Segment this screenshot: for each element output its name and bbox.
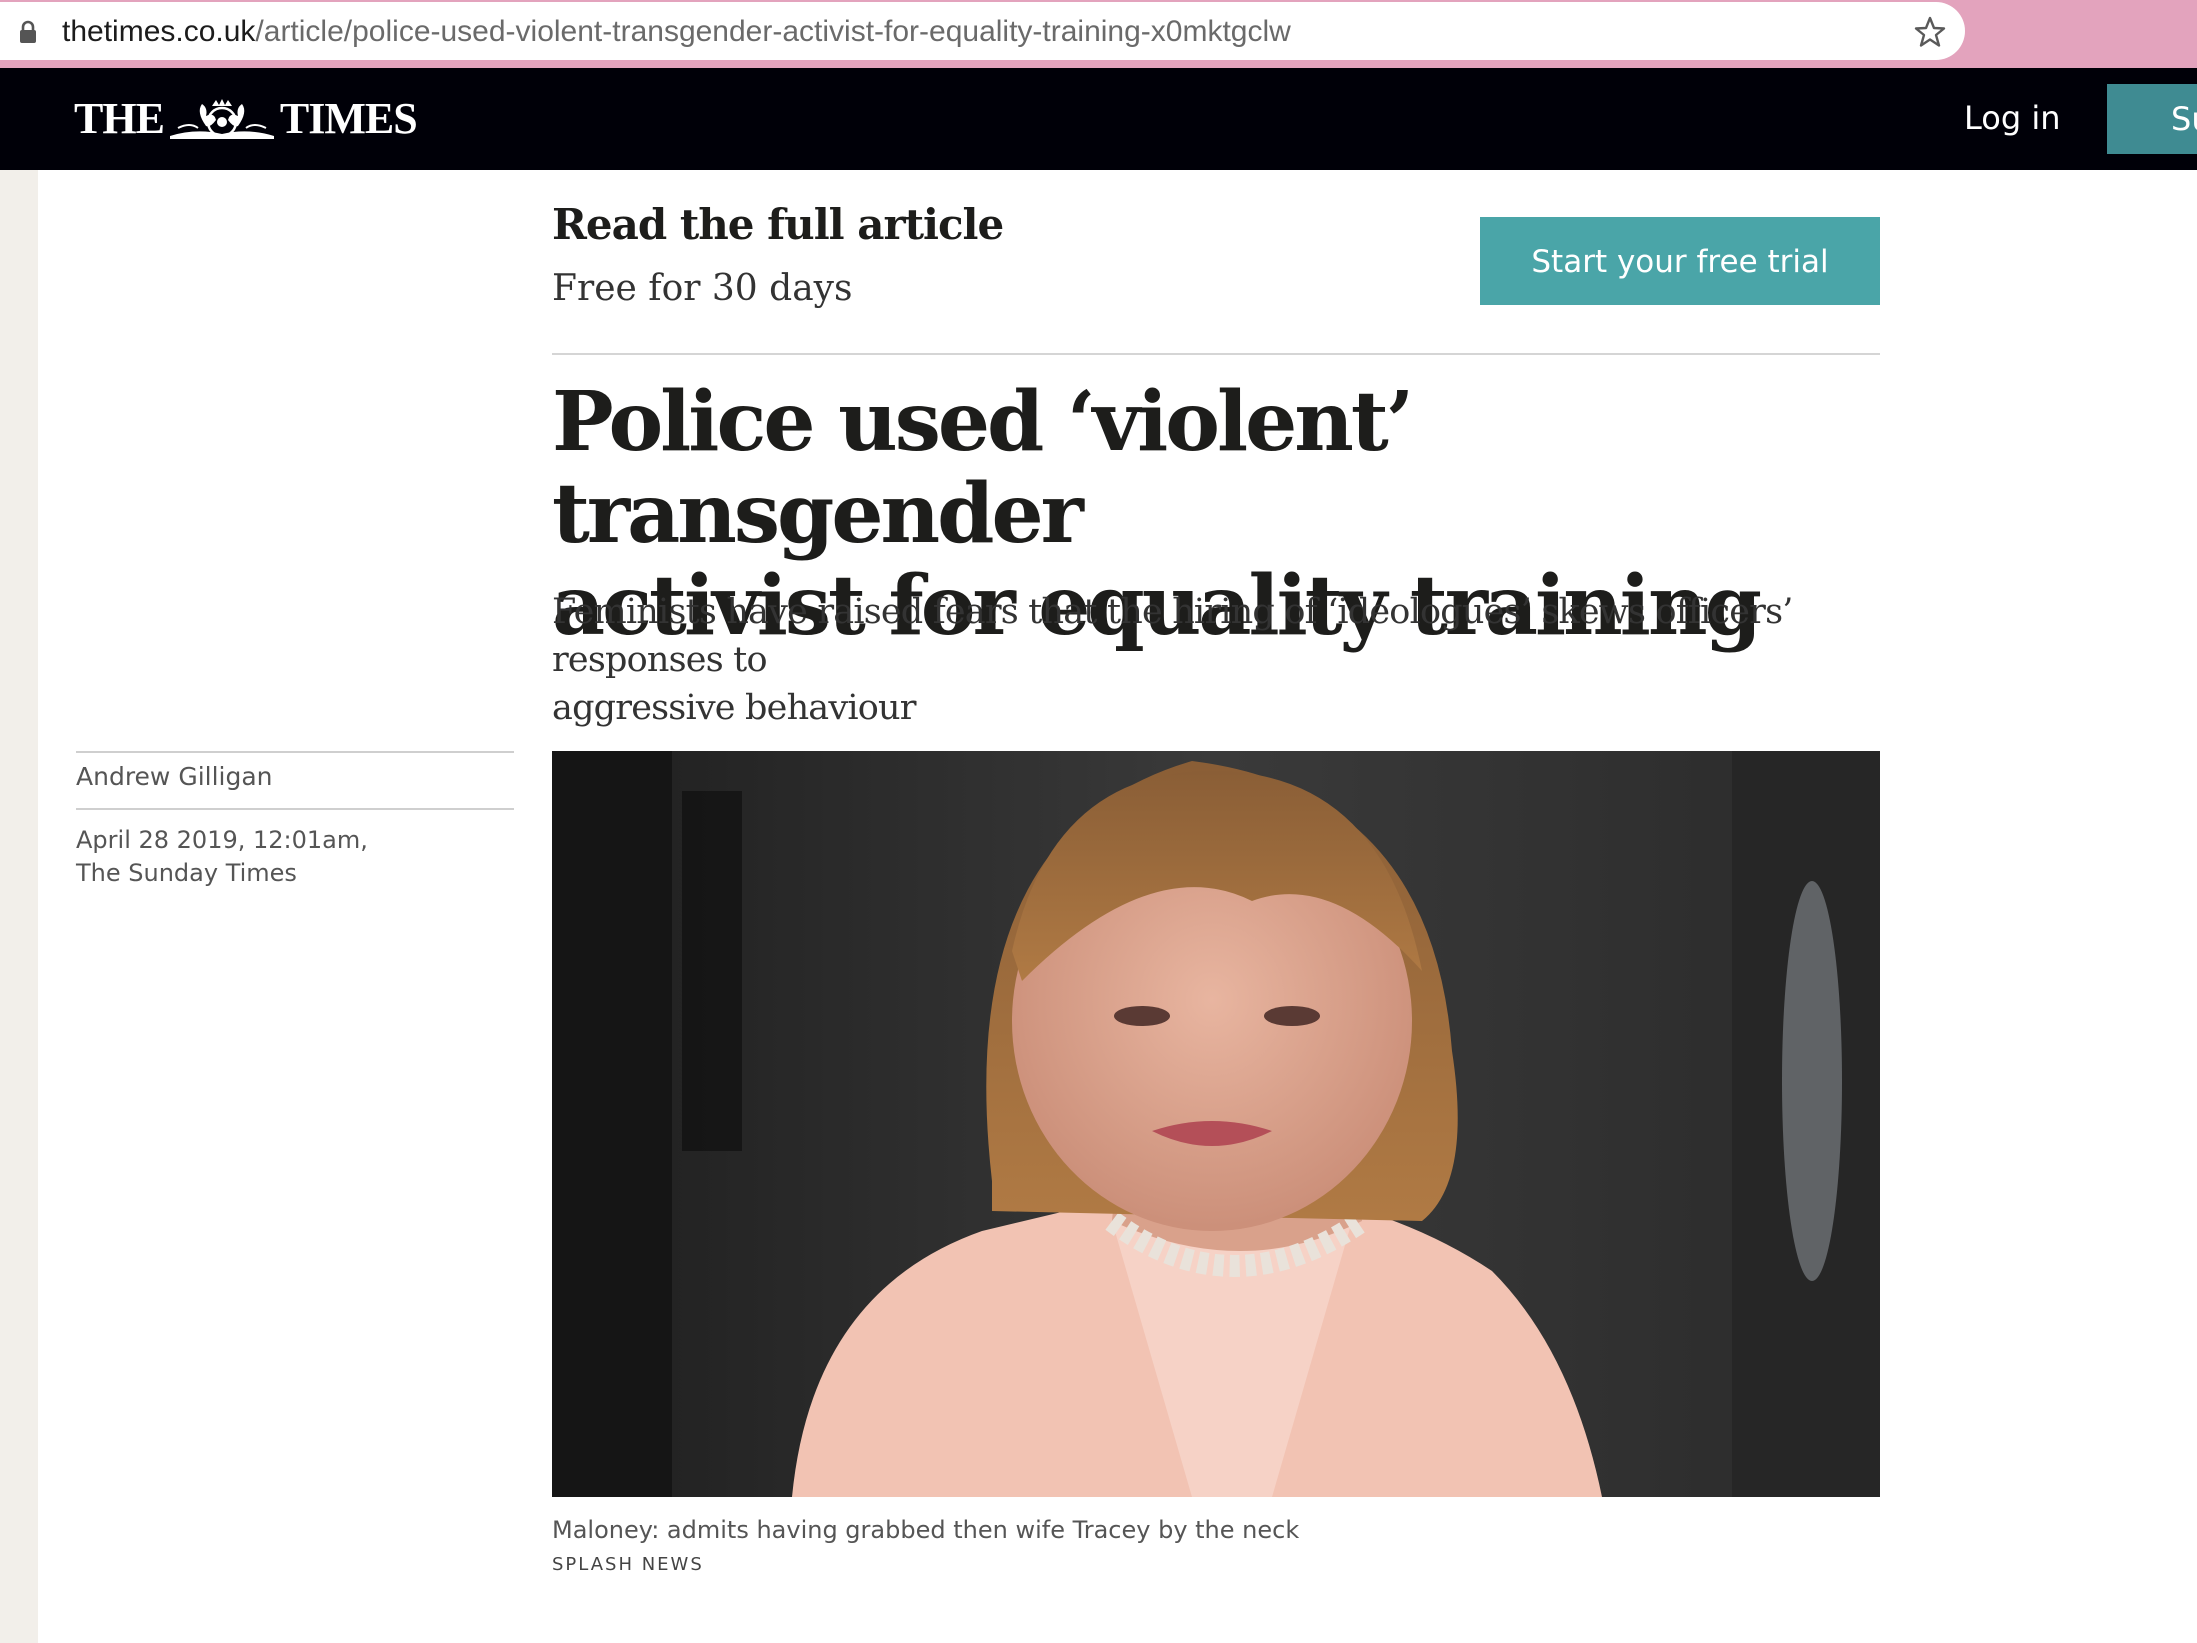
address-bar[interactable]: thetimes.co.uk/article/police-used-viole…: [0, 2, 1965, 60]
logo-text-times: TIMES: [279, 93, 418, 143]
promo-divider: [552, 353, 1880, 355]
standfirst-line-2: aggressive behaviour: [552, 688, 916, 728]
article-photo: [552, 751, 1880, 1497]
photo-caption: Maloney: admits having grabbed then wife…: [552, 1516, 1300, 1544]
article-standfirst: Feminists have raised fears that the hir…: [552, 588, 1892, 732]
login-link[interactable]: Log in: [1964, 98, 2061, 138]
url-path: /article/police-used-violent-transgender…: [255, 15, 1291, 48]
standfirst-line-1: Feminists have raised fears that the hir…: [552, 592, 1793, 680]
url-domain: thetimes.co.uk: [62, 15, 256, 48]
photo-credit: SPLASH NEWS: [552, 1554, 704, 1575]
star-icon[interactable]: [1913, 15, 1947, 49]
browser-chrome: thetimes.co.uk/article/police-used-viole…: [0, 0, 2197, 68]
start-free-trial-button[interactable]: Start your free trial: [1480, 217, 1880, 305]
lock-icon[interactable]: [18, 20, 38, 44]
publish-date: April 28 2019, 12:01am,: [76, 826, 368, 854]
promo-subtitle: Free for 30 days: [552, 268, 853, 309]
the-times-logo[interactable]: THE TIMES: [74, 88, 418, 148]
left-gutter: [0, 170, 38, 1643]
author-link[interactable]: Andrew Gilligan: [76, 760, 273, 794]
site-header: THE TIMES Log in Su: [0, 68, 2197, 170]
subscribe-button[interactable]: Su: [2107, 84, 2197, 154]
headline-line-1: Police used ‘violent’ transgender: [552, 374, 1414, 562]
photo-illustration: [552, 751, 1880, 1497]
logo-text-the: THE: [74, 93, 165, 143]
url-text[interactable]: thetimes.co.uk/article/police-used-viole…: [62, 15, 1291, 49]
byline-divider-bottom: [76, 808, 514, 810]
promo-title: Read the full article: [552, 200, 1004, 249]
byline-divider-top: [76, 751, 514, 753]
publication-name: The Sunday Times: [76, 859, 297, 887]
royal-crest-icon: [169, 99, 274, 139]
